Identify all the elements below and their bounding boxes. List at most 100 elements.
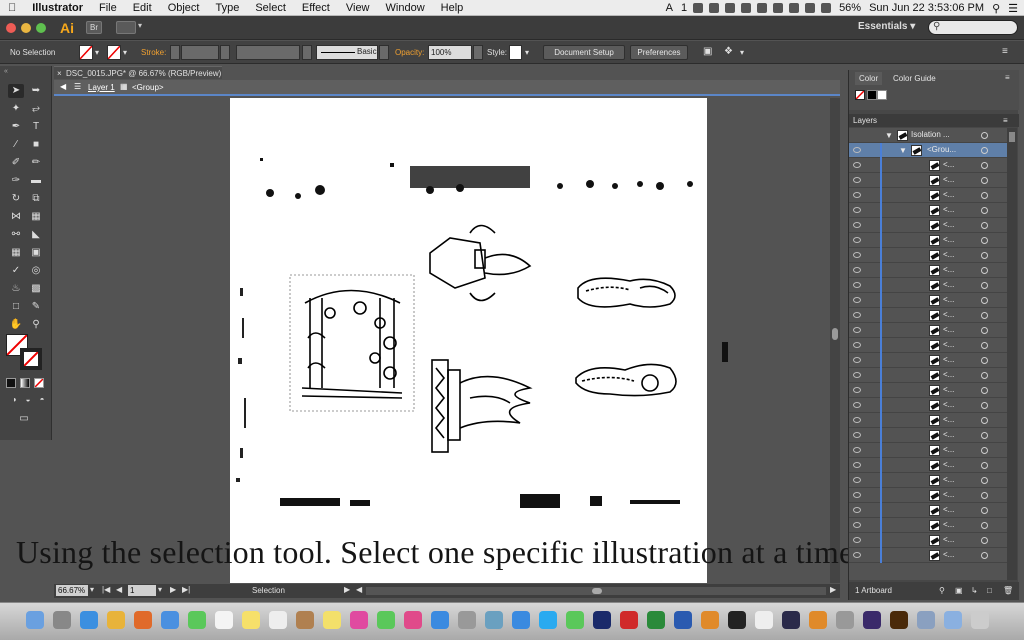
- visibility-eye-icon[interactable]: [853, 237, 861, 243]
- layer-name[interactable]: <...: [943, 280, 954, 289]
- dock-chrome-icon[interactable]: [107, 611, 125, 629]
- visibility-eye-icon[interactable]: [853, 327, 861, 333]
- menu-edit[interactable]: Edit: [125, 0, 160, 16]
- target-icon[interactable]: [981, 192, 988, 199]
- zoom-window-button[interactable]: [36, 23, 46, 33]
- dock-image-capture-icon[interactable]: [836, 611, 854, 629]
- target-icon[interactable]: [981, 552, 988, 559]
- sublayer-row[interactable]: <...: [849, 233, 1007, 248]
- layer-name[interactable]: <...: [943, 385, 954, 394]
- dock-contacts-icon[interactable]: [296, 611, 314, 629]
- scroll-right-icon[interactable]: ▶: [830, 585, 836, 594]
- target-icon[interactable]: [981, 492, 988, 499]
- target-icon[interactable]: [981, 507, 988, 514]
- sublayer-row[interactable]: <...: [849, 473, 1007, 488]
- draw-inside-icon[interactable]: ◓: [34, 393, 50, 407]
- dock-app-store-icon[interactable]: [431, 611, 449, 629]
- dock-skype-icon[interactable]: [539, 611, 557, 629]
- dock-pages-icon[interactable]: [701, 611, 719, 629]
- target-icon[interactable]: [981, 177, 988, 184]
- stroke-caret-icon[interactable]: ▾: [123, 48, 127, 57]
- layer-name[interactable]: <Grou...: [927, 145, 956, 154]
- dock-bridge-icon[interactable]: [782, 611, 800, 629]
- target-icon[interactable]: [981, 297, 988, 304]
- layer-name[interactable]: <...: [943, 175, 954, 184]
- transform-caret-icon[interactable]: ▾: [740, 48, 744, 57]
- canvas-vertical-scrollbar[interactable]: [830, 98, 840, 583]
- dock-mail-icon[interactable]: [161, 611, 179, 629]
- sublayer-row[interactable]: <...: [849, 218, 1007, 233]
- dock-launchpad-icon[interactable]: [53, 611, 71, 629]
- dock-evernote-icon[interactable]: [566, 611, 584, 629]
- scale-tool-icon[interactable]: ⧉: [28, 192, 44, 206]
- visibility-eye-icon[interactable]: [853, 522, 861, 528]
- visibility-eye-icon[interactable]: [853, 282, 861, 288]
- notification-center-icon[interactable]: ☰: [1008, 2, 1018, 15]
- target-icon[interactable]: [981, 237, 988, 244]
- menu-file[interactable]: File: [91, 0, 125, 16]
- dock-after-effects-icon[interactable]: [863, 611, 881, 629]
- shoe-illustration[interactable]: [575, 363, 677, 397]
- layer-name[interactable]: <...: [943, 355, 954, 364]
- artboard-dropdown-icon[interactable]: ▾: [158, 585, 162, 594]
- last-artboard-icon[interactable]: ▶|: [182, 585, 190, 594]
- transform-icon[interactable]: ❖: [724, 46, 733, 57]
- target-icon[interactable]: [981, 417, 988, 424]
- bell-illustration[interactable]: [429, 224, 532, 302]
- symbol-sprayer-tool-icon[interactable]: ♨: [8, 282, 24, 296]
- sublayer-row[interactable]: <...: [849, 458, 1007, 473]
- layer-name[interactable]: <...: [943, 370, 954, 379]
- layer-name[interactable]: <...: [943, 460, 954, 469]
- visibility-eye-icon[interactable]: [853, 372, 861, 378]
- tab-color-guide[interactable]: Color Guide: [889, 72, 940, 85]
- target-icon[interactable]: [981, 537, 988, 544]
- tray-app-icon[interactable]: [693, 3, 704, 13]
- visibility-eye-icon[interactable]: [853, 177, 861, 183]
- dock-messages-icon[interactable]: [188, 611, 206, 629]
- layer-name[interactable]: <...: [943, 250, 954, 259]
- style-caret-icon[interactable]: ▾: [525, 48, 529, 57]
- menu-effect[interactable]: Effect: [294, 0, 338, 16]
- scroll-left-icon[interactable]: ◀: [356, 585, 362, 594]
- visibility-eye-icon[interactable]: [853, 222, 861, 228]
- sublayer-row[interactable]: <...: [849, 383, 1007, 398]
- dock-vlc-icon[interactable]: [809, 611, 827, 629]
- visibility-eye-icon[interactable]: [853, 402, 861, 408]
- visibility-eye-icon[interactable]: [853, 312, 861, 318]
- menu-view[interactable]: View: [338, 0, 378, 16]
- opacity-dropdown[interactable]: [473, 45, 483, 60]
- canvas[interactable]: [54, 98, 840, 583]
- dock-facetime-icon[interactable]: [377, 611, 395, 629]
- dock-excel-icon[interactable]: [647, 611, 665, 629]
- sublayer-row[interactable]: <...: [849, 263, 1007, 278]
- sublayer-row[interactable]: <...: [849, 323, 1007, 338]
- next-artboard-icon[interactable]: ▶: [170, 585, 176, 594]
- layer-name[interactable]: <...: [943, 415, 954, 424]
- stroke-weight-input[interactable]: [181, 45, 219, 60]
- fill-caret-icon[interactable]: ▾: [95, 48, 99, 57]
- layer-name[interactable]: <...: [943, 205, 954, 214]
- sublayer-row[interactable]: <...: [849, 368, 1007, 383]
- zoom-dropdown-icon[interactable]: ▾: [90, 585, 94, 594]
- delete-layer-icon[interactable]: 🗑: [1003, 582, 1013, 600]
- perspective-grid-tool-icon[interactable]: ◣: [28, 228, 44, 242]
- dock-photoshop-icon[interactable]: [593, 611, 611, 629]
- visibility-eye-icon[interactable]: [853, 147, 861, 153]
- rotate-tool-icon[interactable]: ↻: [8, 192, 24, 206]
- width-tool-icon[interactable]: ⋈: [8, 210, 24, 224]
- locate-object-icon[interactable]: ⚲: [939, 582, 945, 600]
- gradient-mode-icon[interactable]: [20, 378, 30, 388]
- sublayer-row[interactable]: <...: [849, 173, 1007, 188]
- target-icon[interactable]: [981, 207, 988, 214]
- back-arrow-icon[interactable]: ◀: [60, 80, 66, 94]
- layer-name[interactable]: <...: [943, 505, 954, 514]
- color-panel-menu-icon[interactable]: ≡: [1005, 73, 1010, 82]
- close-window-button[interactable]: [6, 23, 16, 33]
- visibility-eye-icon[interactable]: [853, 507, 861, 513]
- hand-tool-icon[interactable]: ✋: [8, 318, 24, 332]
- fill-swatch[interactable]: [79, 45, 93, 60]
- dock-firefox-icon[interactable]: [134, 611, 152, 629]
- artboard-tool-icon[interactable]: □: [8, 300, 24, 314]
- visibility-eye-icon[interactable]: [853, 267, 861, 273]
- visibility-eye-icon[interactable]: [853, 297, 861, 303]
